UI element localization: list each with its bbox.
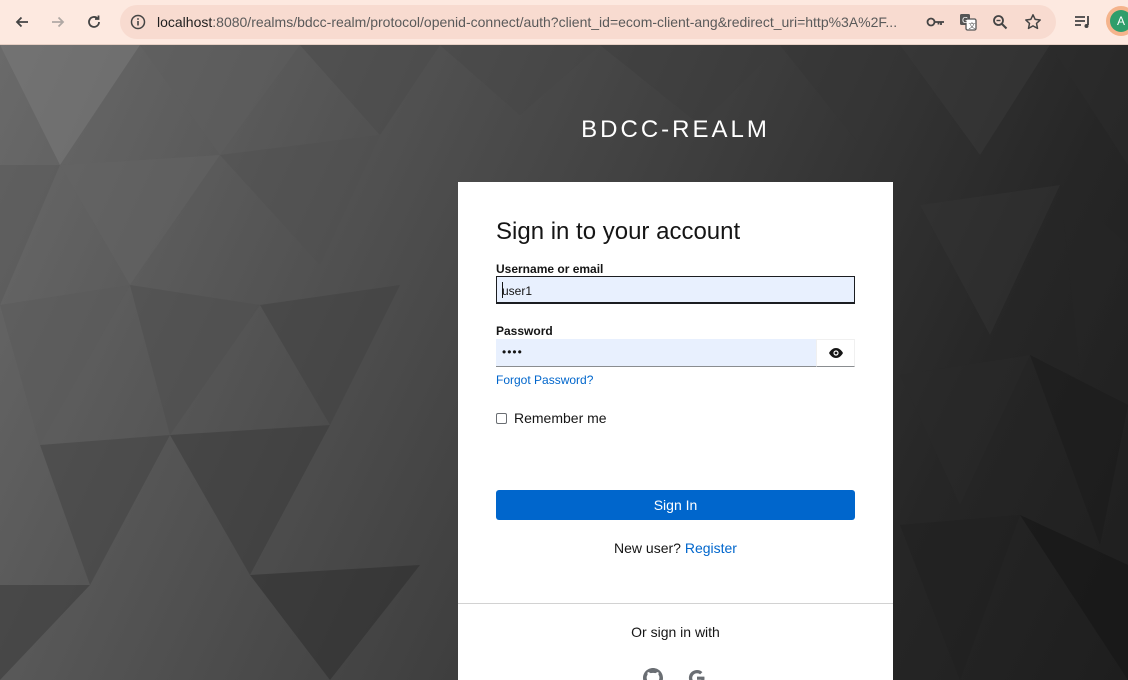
- zoom-icon[interactable]: [988, 10, 1012, 34]
- bookmark-star-icon[interactable]: [1021, 10, 1045, 34]
- realm-title: BDCC-REALM: [581, 116, 770, 143]
- username-label: Username or email: [496, 262, 604, 276]
- register-link[interactable]: Register: [685, 540, 737, 556]
- login-heading: Sign in to your account: [496, 218, 741, 245]
- svg-text:G: G: [962, 16, 968, 25]
- new-user-row: New user? Register: [458, 540, 893, 556]
- forgot-password-link[interactable]: Forgot Password?: [496, 373, 593, 387]
- google-icon[interactable]: [686, 667, 708, 680]
- address-bar[interactable]: localhost:8080/realms/bdcc-realm/protoco…: [120, 5, 1056, 39]
- github-icon[interactable]: [642, 667, 664, 680]
- remember-me-checkbox[interactable]: [496, 412, 507, 424]
- sign-in-button[interactable]: Sign In: [496, 490, 855, 520]
- avatar-letter: A: [1110, 10, 1128, 32]
- url-path: :8080/realms/bdcc-realm/protocol/openid-…: [212, 14, 898, 30]
- url-host: localhost: [157, 14, 213, 30]
- login-page-background: BDCC-REALM Sign in to your account Usern…: [0, 45, 1128, 680]
- password-value: ••••: [502, 345, 523, 359]
- reading-list-icon[interactable]: [1069, 8, 1097, 36]
- new-user-text: New user?: [614, 540, 681, 556]
- remember-me-label[interactable]: Remember me: [514, 410, 607, 426]
- username-input[interactable]: user1: [496, 276, 855, 304]
- forward-arrow-icon[interactable]: [44, 8, 72, 36]
- show-password-button[interactable]: [816, 339, 855, 367]
- social-login-heading: Or sign in with: [631, 624, 720, 640]
- profile-avatar[interactable]: A: [1106, 6, 1128, 36]
- reload-icon[interactable]: [80, 8, 108, 36]
- url-text[interactable]: localhost:8080/realms/bdcc-realm/protoco…: [157, 14, 917, 30]
- svg-text:文: 文: [969, 21, 976, 30]
- translate-icon[interactable]: G文: [956, 10, 980, 34]
- text-caret: [502, 282, 503, 298]
- password-label: Password: [496, 324, 553, 338]
- remember-me-row: Remember me: [496, 410, 607, 426]
- divider: [458, 603, 893, 604]
- back-arrow-icon[interactable]: [8, 8, 36, 36]
- login-card: Sign in to your account Username or emai…: [458, 182, 893, 680]
- username-value: user1: [502, 284, 533, 298]
- password-input[interactable]: ••••: [496, 339, 816, 367]
- eye-icon: [828, 348, 843, 358]
- site-info-icon[interactable]: [126, 10, 150, 34]
- browser-toolbar: localhost:8080/realms/bdcc-realm/protoco…: [0, 0, 1128, 45]
- password-key-icon[interactable]: [924, 10, 948, 34]
